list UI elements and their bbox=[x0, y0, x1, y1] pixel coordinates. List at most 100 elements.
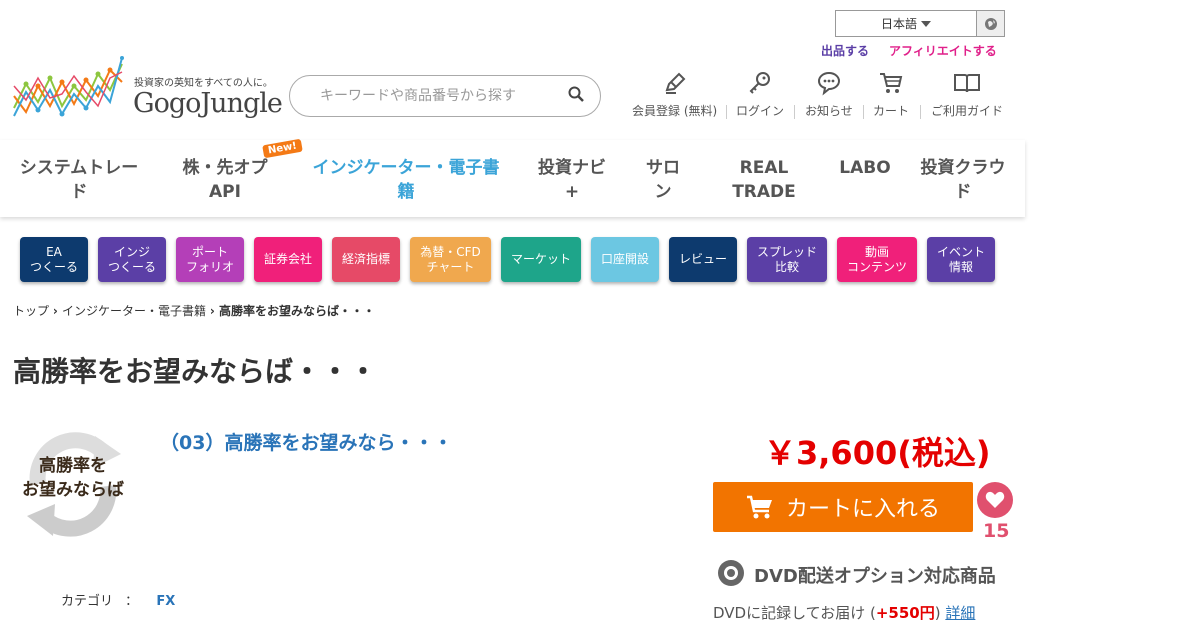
cat-label: EA bbox=[46, 244, 62, 259]
nav-label: 投資クラウ bbox=[920, 158, 1006, 178]
cat-label: 比較 bbox=[774, 259, 799, 274]
nav-label: + bbox=[564, 182, 580, 202]
nav-label: API bbox=[209, 182, 241, 202]
nav-register[interactable]: 会員登録 (無料) bbox=[632, 70, 717, 119]
cat-label: イベント bbox=[936, 244, 985, 259]
nav-indicator-ebook[interactable]: インジケーター・電子書籍 bbox=[307, 156, 505, 204]
cat-spread-compare[interactable]: スプレッド 比較 bbox=[747, 237, 827, 282]
search-icon[interactable] bbox=[568, 86, 584, 106]
globe-icon[interactable] bbox=[977, 11, 1004, 36]
cat-indicator-tool[interactable]: インジ つくーる bbox=[98, 237, 166, 282]
disc-icon bbox=[718, 560, 744, 586]
cat-open-account[interactable]: 口座開設 bbox=[591, 237, 659, 282]
cat-event-info[interactable]: イベント 情報 bbox=[927, 237, 995, 282]
cat-portfolio[interactable]: ポート フォリオ bbox=[176, 237, 244, 282]
add-to-cart-button[interactable]: カートに入れる bbox=[713, 482, 973, 532]
nav-guide-label: ご利用ガイド bbox=[931, 104, 1004, 118]
nav-label: 籍 bbox=[397, 182, 415, 202]
affiliate-link[interactable]: アフィリエイトする bbox=[889, 42, 997, 59]
product-thumbnail[interactable]: 高勝率を お望みならば bbox=[13, 424, 133, 544]
cat-label: レビュー bbox=[678, 252, 727, 266]
cat-label: 証券会社 bbox=[263, 252, 312, 266]
nav-label: REAL bbox=[739, 158, 789, 178]
nav-register-label: 会員登録 (無料) bbox=[632, 104, 718, 118]
nav-label: ド bbox=[70, 182, 88, 202]
favorite-count: 15 bbox=[983, 520, 1010, 542]
add-to-cart-label: カートに入れる bbox=[785, 497, 940, 522]
nav-label: ド bbox=[954, 182, 972, 202]
key-icon bbox=[749, 72, 770, 94]
nav-label: LABO bbox=[839, 158, 891, 178]
divider bbox=[920, 105, 921, 119]
nav-login-label: ログイン bbox=[736, 104, 785, 118]
nav-invest-navi[interactable]: 投資ナビ + bbox=[532, 156, 612, 204]
nav-real-trade[interactable]: REAL TRADE bbox=[724, 156, 804, 204]
heart-icon bbox=[985, 491, 1005, 508]
language-dropdown[interactable]: 日本語 bbox=[836, 11, 977, 36]
category-value-link[interactable]: FX bbox=[156, 594, 175, 609]
cat-fx-cfd-chart[interactable]: 為替・CFD チャート bbox=[410, 237, 491, 282]
nav-news-label: お知らせ bbox=[805, 104, 853, 118]
cat-market[interactable]: マーケット bbox=[501, 237, 581, 282]
nav-label: インジケーター・電子書 bbox=[312, 158, 500, 178]
favorite-button[interactable] bbox=[977, 482, 1013, 518]
cat-label: フォリオ bbox=[185, 259, 234, 274]
sell-link[interactable]: 出品する bbox=[821, 42, 869, 59]
nav-label: システムトレー bbox=[19, 158, 139, 178]
logo-chart-icon[interactable] bbox=[12, 56, 130, 122]
breadcrumb: トップ › インジケーター・電子書籍 › 高勝率をお望みならば・・・ bbox=[13, 302, 375, 319]
cat-securities[interactable]: 証券会社 bbox=[254, 237, 322, 282]
category-separator: ： bbox=[125, 594, 139, 609]
thumbnail-text: お望みならば bbox=[22, 480, 124, 500]
nav-salon[interactable]: サロン bbox=[640, 156, 686, 204]
logo-text[interactable]: GogoJungle bbox=[133, 88, 283, 119]
product-link[interactable]: （03）高勝率をお望みなら・・・ bbox=[160, 428, 452, 455]
cat-label: マーケット bbox=[510, 252, 571, 266]
nav-news[interactable]: お知らせ bbox=[805, 70, 853, 119]
divider bbox=[794, 105, 795, 119]
cat-label: 口座開設 bbox=[600, 252, 649, 266]
nav-system-trade[interactable]: システムトレード bbox=[14, 156, 144, 204]
breadcrumb-current: 高勝率をお望みならば・・・ bbox=[218, 304, 375, 318]
cat-label: 経済指標 bbox=[341, 252, 390, 266]
chevron-right-icon: › bbox=[52, 304, 62, 318]
breadcrumb-category[interactable]: インジケーター・電子書籍 bbox=[62, 304, 206, 318]
page-title: 高勝率をお望みならば・・・ bbox=[13, 355, 378, 388]
nav-label: サロ bbox=[646, 158, 680, 178]
category-row: カテゴリ ： FX bbox=[61, 590, 175, 609]
pencil-icon bbox=[665, 72, 686, 94]
price: ￥3,600(税込) bbox=[764, 434, 991, 472]
nav-cart[interactable]: カート bbox=[873, 70, 909, 119]
search-input[interactable] bbox=[320, 88, 560, 104]
language-selector[interactable]: 日本語 bbox=[835, 10, 1005, 37]
dvd-option-title: DVD配送オプション対応商品 bbox=[754, 566, 996, 587]
nav-labo[interactable]: LABO bbox=[835, 156, 895, 180]
nav-login[interactable]: ログイン bbox=[736, 70, 784, 119]
search-bar[interactable] bbox=[289, 75, 601, 117]
dvd-note-text: ) bbox=[934, 604, 941, 622]
cat-label: インジ bbox=[113, 244, 150, 259]
breadcrumb-home[interactable]: トップ bbox=[13, 304, 49, 318]
cat-review[interactable]: レビュー bbox=[669, 237, 737, 282]
cat-label: つくーる bbox=[107, 259, 156, 274]
divider bbox=[863, 105, 864, 119]
cat-economic-indicators[interactable]: 経済指標 bbox=[332, 237, 400, 282]
nav-guide[interactable]: ご利用ガイド bbox=[931, 70, 1003, 119]
chevron-down-icon bbox=[921, 20, 931, 27]
nav-cart-label: カート bbox=[873, 104, 910, 118]
dvd-detail-link[interactable]: 詳細 bbox=[945, 604, 975, 622]
cat-label: 情報 bbox=[948, 259, 973, 274]
dvd-note-text: DVDに記録してお届け ( bbox=[713, 604, 876, 622]
nav-label: 投資ナビ bbox=[538, 158, 606, 178]
nav-label: ン bbox=[654, 182, 672, 202]
cat-ea-tool[interactable]: EA つくーる bbox=[20, 237, 88, 282]
chat-bubble-icon bbox=[817, 71, 840, 96]
cart-icon bbox=[880, 73, 903, 93]
cat-label: チャート bbox=[426, 259, 475, 274]
cat-video-content[interactable]: 動画 コンテンツ bbox=[837, 237, 917, 282]
dvd-price: +550円 bbox=[875, 604, 935, 622]
nav-stock-api[interactable]: 株・先オプ API bbox=[175, 156, 275, 204]
book-icon bbox=[954, 74, 980, 93]
language-label: 日本語 bbox=[880, 17, 917, 31]
nav-invest-cloud[interactable]: 投資クラウド bbox=[913, 156, 1013, 204]
